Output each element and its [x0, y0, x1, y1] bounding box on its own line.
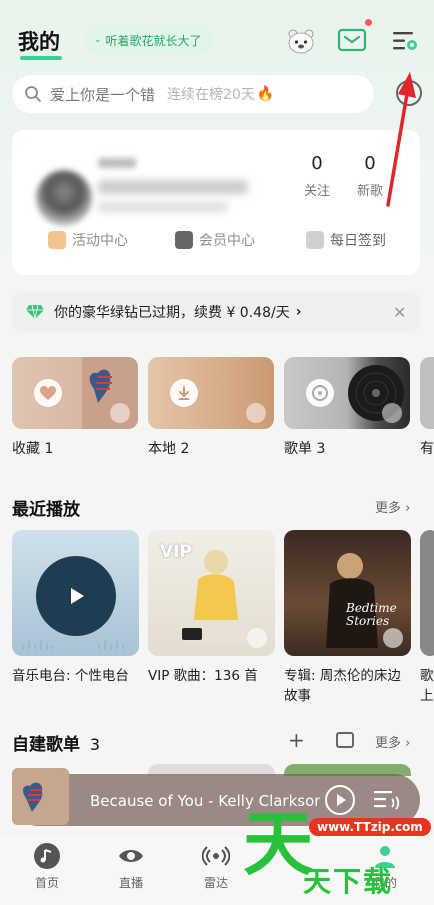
now-playing-title[interactable]: Because of You - Kelly Clarkson: [90, 792, 320, 810]
fire-icon: 🔥: [256, 86, 275, 102]
recent-more-link[interactable]: 更多 ›: [375, 497, 410, 516]
growth-chip-label: 听着歌花就长大了: [105, 33, 202, 48]
play-icon: [337, 794, 346, 806]
favorites-label[interactable]: 收藏 1: [12, 438, 53, 458]
chevron-right-icon: ›: [405, 501, 411, 516]
search-placeholder: 爱上你是一个错: [50, 85, 156, 104]
local-music-tile[interactable]: [148, 357, 274, 429]
bear-avatar-icon[interactable]: [286, 28, 316, 54]
username-blurred: [98, 158, 136, 168]
nav-live-label: 直播: [118, 876, 143, 890]
nav-home[interactable]: 首页: [17, 842, 77, 891]
recent-card-album[interactable]: Bedtime Stories: [284, 530, 411, 656]
search-bar[interactable]: 爱上你是一个错 连续在榜20天 🔥: [12, 75, 374, 113]
growth-chip[interactable]: ⌄ 听着歌花就长大了: [84, 26, 214, 54]
play-icon: [247, 628, 267, 648]
user-level-blurred: [98, 180, 248, 194]
active-tab-indicator: [20, 56, 62, 60]
follow-label[interactable]: 关注: [297, 180, 337, 199]
nav-radar[interactable]: 雷达: [186, 842, 246, 891]
vip-banner-text: 你的豪华绿钻已过期，续费 ¥ 0.48/天: [54, 305, 290, 321]
add-playlist-icon[interactable]: +: [288, 728, 305, 752]
page-title[interactable]: 我的: [18, 26, 60, 56]
playlists-section-title: 自建歌单 3: [12, 730, 100, 755]
nav-mine-label: 我的: [372, 876, 397, 890]
recent-more-label: 更多: [375, 501, 402, 516]
album-art-american-heartbreak: [82, 357, 138, 429]
more-tile[interactable]: [420, 357, 434, 429]
album-art-title: Bedtime Stories: [346, 601, 397, 628]
close-icon[interactable]: ✕: [393, 303, 406, 322]
more-tile-label[interactable]: 有: [420, 438, 434, 458]
playlists-tile[interactable]: [284, 357, 410, 429]
play-button[interactable]: [325, 785, 355, 815]
red-arrow-annotation: [386, 72, 416, 207]
recent-section-title: 最近播放: [12, 500, 80, 520]
playlists-more-label: 更多: [375, 736, 402, 751]
calendar-check-icon: [306, 231, 324, 249]
avatar[interactable]: [36, 170, 92, 226]
search-icon: [25, 86, 41, 102]
heart-icon: [34, 379, 62, 407]
import-playlist-icon[interactable]: [336, 732, 354, 748]
gift-icon: [48, 231, 66, 249]
recent-label-album[interactable]: 专辑: 周杰伦的床边故事: [284, 666, 404, 706]
radar-icon: [202, 846, 230, 866]
play-icon: [383, 628, 403, 648]
recent-card-vip-songs[interactable]: VIP: [148, 530, 275, 656]
vip-renew-banner[interactable]: 你的豪华绿钻已过期，续费 ¥ 0.48/天 ›: [12, 292, 420, 332]
nav-radar-label: 雷达: [203, 876, 228, 890]
diamond-icon: [26, 304, 44, 320]
chevron-down-icon: ⌄: [94, 35, 102, 45]
disc-icon: [306, 379, 334, 407]
play-icon: [71, 588, 84, 604]
recent-label-vip[interactable]: VIP 歌曲：136 首: [148, 666, 268, 686]
follow-count[interactable]: 0: [297, 153, 337, 174]
activity-center-label: 活动中心: [72, 233, 128, 249]
member-center-label: 会员中心: [199, 233, 255, 249]
radio-disc-art: [36, 556, 116, 636]
mail-icon[interactable]: [337, 28, 367, 52]
download-icon: [170, 379, 198, 407]
menu-icon[interactable]: [390, 28, 420, 54]
play-icon: [246, 403, 266, 423]
local-label[interactable]: 本地 2: [148, 438, 189, 458]
nav-live[interactable]: 直播: [101, 842, 161, 891]
playlists-title: 自建歌单: [12, 735, 80, 755]
recent-label-more[interactable]: 歌上: [420, 666, 434, 706]
album-art-american-heartbreak: [12, 768, 69, 825]
music-note-icon: [34, 843, 60, 869]
playlists-more-link[interactable]: 更多 ›: [375, 732, 410, 751]
person-icon: [375, 846, 395, 868]
nav-home-label: 首页: [34, 876, 59, 890]
member-center-link[interactable]: 会员中心: [175, 230, 255, 250]
eye-icon: [119, 850, 143, 862]
vip-cover-figure: [182, 550, 248, 644]
recent-card-radio[interactable]: [12, 530, 139, 656]
daily-checkin-label: 每日签到: [330, 233, 386, 249]
playlist-queue-icon[interactable]: [372, 787, 404, 813]
crown-icon: [175, 231, 193, 249]
play-icon: [110, 403, 130, 423]
now-playing-album-art[interactable]: [12, 768, 69, 825]
daily-checkin-link[interactable]: 每日签到: [306, 230, 386, 250]
recent-label-radio[interactable]: 音乐电台: 个性电台: [12, 666, 132, 686]
chevron-right-icon: ›: [295, 304, 302, 320]
search-trend-text: 连续在榜20天: [167, 87, 255, 103]
favorites-tile[interactable]: [12, 357, 138, 429]
user-info-blurred: [98, 202, 228, 212]
playlists-count: 3: [89, 735, 101, 754]
activity-center-link[interactable]: 活动中心: [48, 230, 128, 250]
playlists-label[interactable]: 歌单 3: [284, 438, 325, 458]
play-icon: [382, 403, 402, 423]
chevron-right-icon: ›: [405, 736, 411, 751]
recent-card-more[interactable]: [420, 530, 434, 656]
waveform-decoration: [22, 640, 124, 650]
nav-mine[interactable]: 我的: [355, 842, 415, 891]
notification-dot: [365, 19, 372, 26]
